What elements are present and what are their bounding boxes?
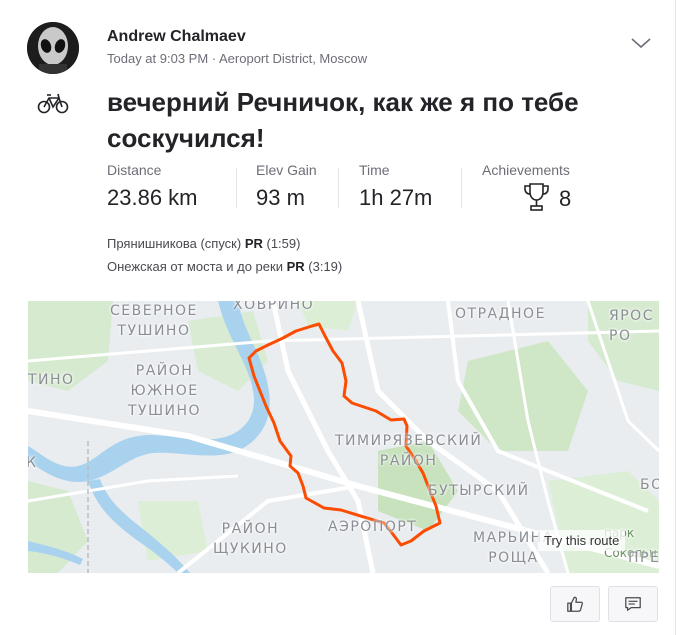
- segment-time: (1:59): [266, 236, 301, 251]
- stat-elev-gain-label: Elev Gain: [256, 162, 317, 178]
- chevron-down-icon: [631, 38, 651, 49]
- avatar[interactable]: [27, 22, 79, 74]
- map-label: ПРЕ: [628, 550, 659, 566]
- map-label: РАЙОН ЮЖНОЕ ТУШИНО: [128, 363, 202, 419]
- pr-badge: PR: [244, 236, 263, 251]
- try-this-route-button[interactable]: Try this route: [538, 530, 626, 551]
- map-label: БУТЫРСКИЙ: [428, 483, 530, 499]
- map-label: ЯРОС РО: [609, 308, 654, 344]
- segment-effort[interactable]: Онежская от моста и до реки PR (3:19): [107, 259, 342, 274]
- map-label: ХОВРИНО: [233, 301, 315, 313]
- segment-name: Онежская от моста и до реки: [107, 259, 283, 274]
- trophy-icon: [524, 183, 549, 211]
- map-label: ОТРАДНОЕ: [455, 306, 546, 322]
- route-map[interactable]: ХОВРИНО СЕВЕРНОЕ ТУШИНО ОТРАДНОЕ ЯРОС РО…: [28, 301, 659, 573]
- map-label: РАЙОН ЩУКИНО: [213, 521, 288, 557]
- bike-icon: [37, 93, 69, 114]
- options-chevron-button[interactable]: [628, 30, 654, 56]
- comment-button[interactable]: [608, 586, 658, 622]
- stat-distance-value: 23.86 km: [107, 185, 198, 210]
- activity-card: Andrew Chalmaev Today at 9:03 PM · Aerop…: [0, 0, 676, 635]
- activity-title[interactable]: вечерний Речничок, как же я по тебе соск…: [107, 84, 587, 156]
- stat-time-label: Time: [359, 162, 390, 178]
- segment-name: Прянишникова (спуск): [107, 236, 242, 251]
- stat-time-value: 1h 27m: [359, 185, 433, 210]
- stat-distance-label: Distance: [107, 162, 162, 178]
- segment-time: (3:19): [308, 259, 343, 274]
- map-label: ТИМИРЯЗЕВСКИЙ РАЙОН: [335, 433, 483, 469]
- kudos-button[interactable]: [550, 586, 600, 622]
- map-label: АЭРОПОРТ: [328, 519, 418, 535]
- comment-icon: [625, 597, 641, 611]
- stat-divider: [461, 168, 462, 208]
- stat-distance: Distance 23.86 km: [107, 162, 198, 211]
- stat-elev-gain: Elev Gain 93 m: [256, 162, 317, 211]
- thumbs-up-icon: [567, 596, 584, 612]
- athlete-name[interactable]: Andrew Chalmaev: [107, 28, 246, 46]
- stat-achievements[interactable]: Achievements: [482, 162, 570, 180]
- stat-achievements-label: Achievements: [482, 162, 570, 178]
- alien-avatar-image: [27, 22, 79, 74]
- pr-badge: PR: [286, 259, 305, 274]
- map-label: К: [28, 455, 38, 471]
- stat-elev-gain-value: 93 m: [256, 185, 305, 210]
- map-label: СЕВЕРНОЕ ТУШИНО: [110, 303, 198, 339]
- stat-achievements-value: 8: [559, 186, 572, 211]
- activity-timestamp-location: Today at 9:03 PM · Aeroport District, Mo…: [107, 51, 368, 66]
- map-label: БО: [640, 477, 659, 493]
- map-label: ТИНО: [28, 372, 75, 388]
- stat-time: Time 1h 27m: [359, 162, 432, 211]
- stat-divider: [338, 168, 339, 208]
- stat-divider: [236, 168, 237, 208]
- segment-effort[interactable]: Прянишникова (спуск) PR (1:59): [107, 236, 300, 251]
